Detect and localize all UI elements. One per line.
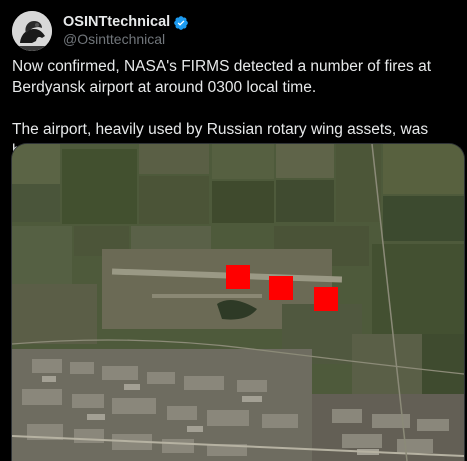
fire-marker: [314, 287, 338, 311]
avatar[interactable]: [12, 11, 52, 51]
fire-marker: [269, 276, 293, 300]
fire-marker: [226, 265, 250, 289]
tweet: OSINTtechnical @Osinttechnical Now confi…: [0, 0, 467, 461]
tweet-media-image[interactable]: [11, 143, 465, 461]
satellite-image: [12, 144, 464, 461]
tweet-header: OSINTtechnical @Osinttechnical: [12, 11, 189, 51]
author-names: OSINTtechnical @Osinttechnical: [63, 14, 189, 48]
author-display-name[interactable]: OSINTtechnical: [63, 14, 170, 31]
author-handle[interactable]: @Osinttechnical: [63, 31, 189, 48]
tweet-paragraph: Now confirmed, NASA's FIRMS detected a n…: [12, 58, 432, 96]
verified-badge-icon: [173, 15, 189, 31]
avatar-icon: [12, 11, 52, 51]
